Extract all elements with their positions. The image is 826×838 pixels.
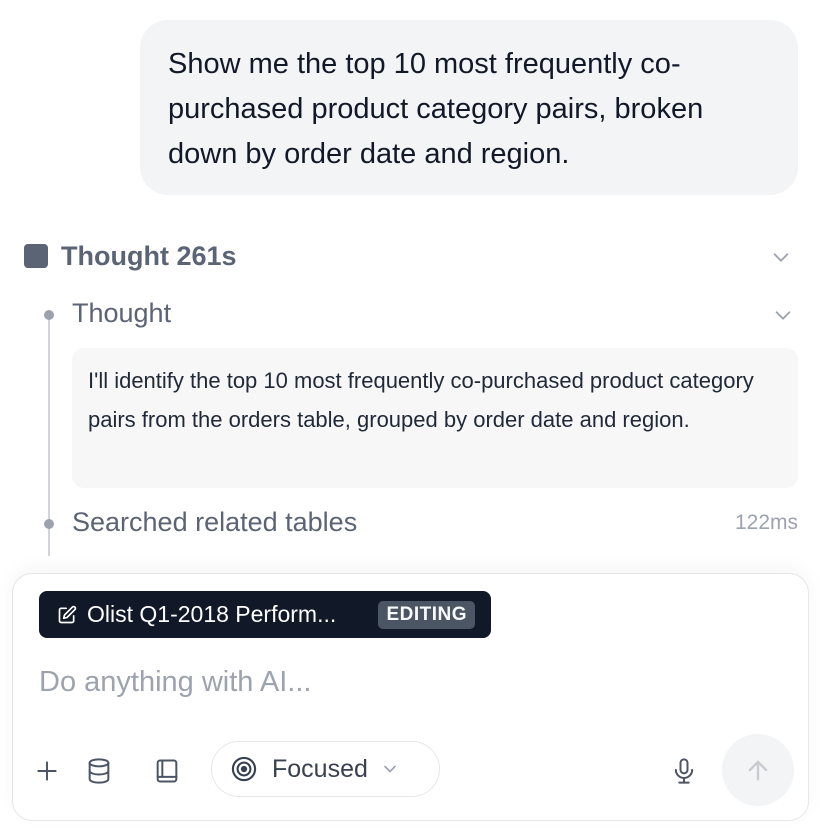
editing-badge: EDITING [378,600,475,629]
thought-content-text: I'll identify the top 10 most frequently… [88,368,754,432]
step-thought-label[interactable]: Thought [72,298,171,329]
thought-content-box: I'll identify the top 10 most frequently… [72,348,798,488]
microphone-button[interactable] [664,751,704,791]
chevron-down-icon[interactable] [770,246,792,268]
arrow-up-icon [748,760,768,781]
target-icon [231,756,257,782]
timeline-dot [44,310,54,320]
context-chip[interactable]: Olist Q1-2018 Perform... EDITING [39,591,491,638]
database-button[interactable] [79,751,119,791]
step-duration: 122ms [734,511,798,534]
context-chip-title: Olist Q1-2018 Perform... [87,601,337,627]
book-icon [156,759,178,783]
mode-selector[interactable]: Focused [211,741,440,797]
prompt-input[interactable] [39,660,779,704]
thought-header[interactable]: Thought 261s [24,236,798,276]
send-button[interactable] [722,734,794,806]
mode-label: Focused [272,754,368,783]
stop-square-icon [24,244,48,268]
add-button[interactable] [27,751,67,791]
pencil-square-icon [57,605,77,625]
step-searched-tables-label[interactable]: Searched related tables [72,507,357,538]
chevron-down-icon[interactable] [772,304,794,326]
notebook-button[interactable] [147,751,187,791]
plus-icon [37,761,57,781]
thought-duration-label: Thought 261s [61,240,237,271]
user-message-bubble: Show me the top 10 most frequently co-pu… [140,20,798,195]
microphone-icon [674,758,694,784]
user-message-text: Show me the top 10 most frequently co-pu… [168,48,704,170]
composer: Olist Q1-2018 Perform... EDITING Focused [12,573,809,821]
database-icon [88,758,110,784]
chevron-down-icon [384,765,396,773]
timeline-dot [44,519,54,529]
